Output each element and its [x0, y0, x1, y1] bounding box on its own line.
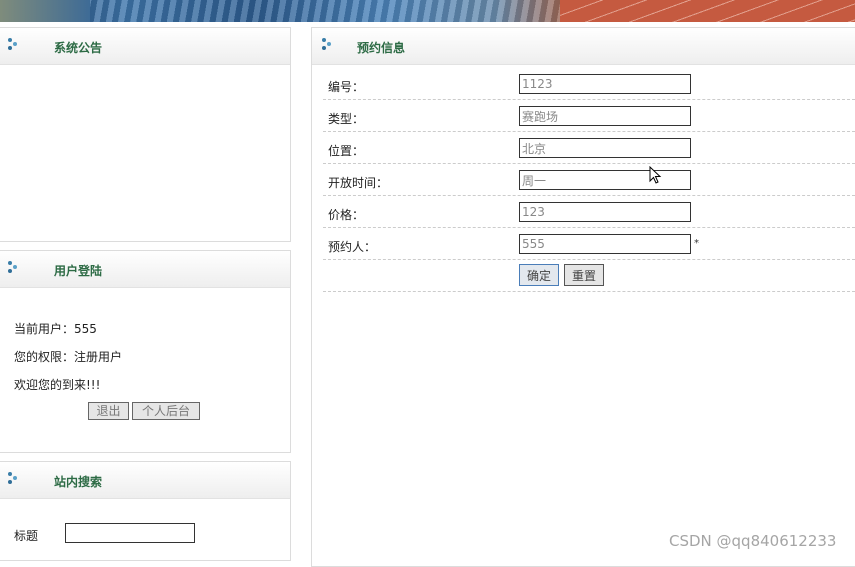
- csdn-watermark: CSDN @qq840612233: [669, 532, 837, 550]
- booking-info-header: 预约信息: [312, 28, 855, 65]
- mouse-cursor-icon: [649, 166, 662, 184]
- search-title-label: 标题: [14, 529, 39, 543]
- booking-id-label: 编号：: [328, 80, 365, 94]
- booking-booker-label: 预约人：: [328, 240, 377, 254]
- site-search-header: 站内搜索: [0, 462, 290, 499]
- permission-text: 您的权限：注册用户: [14, 350, 123, 364]
- booking-open-time-field[interactable]: [519, 170, 691, 190]
- bullet-dots-icon: [8, 472, 20, 486]
- notice-panel-header: 系统公告: [0, 28, 290, 65]
- booking-row-open-time: 开放时间：: [323, 164, 855, 196]
- booking-id-field[interactable]: [519, 74, 691, 94]
- notice-title: 系统公告: [54, 41, 103, 55]
- banner-running-track: [560, 0, 855, 22]
- site-search-panel: 站内搜索: [0, 461, 291, 561]
- banner-edge: [0, 0, 90, 22]
- user-login-header: 用户登陆: [0, 251, 290, 288]
- booking-row-booker: 预约人： *: [323, 228, 855, 260]
- booking-booker-field[interactable]: [519, 234, 691, 254]
- booking-price-label: 价格：: [328, 208, 365, 222]
- notice-panel: 系统公告: [0, 27, 291, 242]
- site-search-title: 站内搜索: [54, 475, 103, 489]
- booking-type-label: 类型：: [328, 112, 365, 126]
- bullet-dots-icon: [8, 38, 20, 52]
- submit-button[interactable]: 确定: [519, 264, 559, 286]
- booking-row-price: 价格：: [323, 196, 855, 228]
- booking-location-label: 位置：: [328, 144, 365, 158]
- user-login-title: 用户登陆: [54, 264, 103, 278]
- bullet-dots-icon: [8, 261, 20, 275]
- personal-backend-button[interactable]: 个人后台: [132, 402, 200, 420]
- search-title-input[interactable]: [65, 523, 195, 543]
- booking-row-type: 类型：: [323, 100, 855, 132]
- welcome-text: 欢迎您的到来!!!: [14, 378, 101, 392]
- reset-button[interactable]: 重置: [564, 264, 604, 286]
- bullet-dots-icon: [322, 38, 334, 52]
- booking-info-title: 预约信息: [357, 41, 406, 55]
- booking-row-actions: 确定 重置: [323, 260, 855, 292]
- booking-type-field[interactable]: [519, 106, 691, 126]
- booking-location-field[interactable]: [519, 138, 691, 158]
- current-user-text: 当前用户：555: [14, 322, 97, 336]
- required-mark: *: [694, 238, 699, 249]
- booking-price-field[interactable]: [519, 202, 691, 222]
- header-banner: [0, 0, 855, 22]
- booking-row-id: 编号：: [323, 68, 855, 100]
- logout-button[interactable]: 退出: [88, 402, 129, 420]
- booking-row-location: 位置：: [323, 132, 855, 164]
- booking-open-time-label: 开放时间：: [328, 176, 389, 190]
